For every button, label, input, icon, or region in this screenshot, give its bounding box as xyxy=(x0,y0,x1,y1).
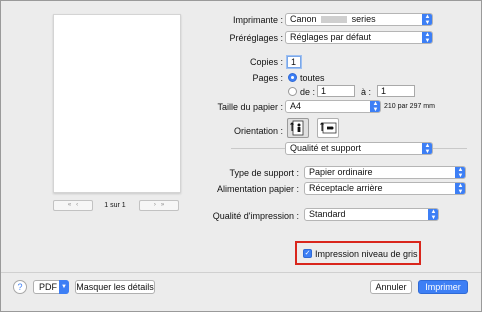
printer-popup[interactable]: Canon series ▲ ▼ xyxy=(285,13,433,26)
section-popup[interactable]: Qualité et support ▲ ▼ xyxy=(285,142,433,155)
section-value: Qualité et support xyxy=(290,143,362,153)
printer-name-suffix: series xyxy=(351,14,376,24)
pages-all-radio[interactable] xyxy=(288,73,297,82)
pages-from-label: de : xyxy=(300,87,316,97)
paper-source-label: Alimentation papier : xyxy=(216,184,299,194)
next-page-icon[interactable]: › xyxy=(154,202,156,208)
orientation-label: Orientation : xyxy=(233,126,283,136)
print-dialog: « ‹ 1 sur 1 › » Imprimante : Canon serie… xyxy=(0,0,482,312)
media-type-popup[interactable]: Papier ordinaire ▲ ▼ xyxy=(304,166,466,179)
chevron-updown-icon: ▲ ▼ xyxy=(422,14,432,25)
preview-next-last-buttons[interactable]: › » xyxy=(139,200,179,211)
grayscale-checkbox[interactable]: ✓ xyxy=(303,249,312,258)
pages-all-label: toutes xyxy=(300,73,325,83)
print-quality-label: Qualité d'impression : xyxy=(212,211,299,221)
paper-source-value: Réceptacle arrière xyxy=(309,183,383,193)
copies-label: Copies : xyxy=(249,57,283,67)
printer-name-redacted xyxy=(321,16,348,24)
pages-from-field[interactable]: 1 xyxy=(317,85,355,97)
pdf-menu-button[interactable]: PDF ▼ xyxy=(33,280,69,294)
last-page-icon[interactable]: » xyxy=(161,202,164,208)
orientation-landscape-button[interactable] xyxy=(317,118,339,138)
chevron-updown-icon: ▲ ▼ xyxy=(422,143,432,154)
cancel-button[interactable]: Annuler xyxy=(370,280,412,294)
presets-label: Préréglages : xyxy=(229,33,283,43)
preview-first-prev-buttons[interactable]: « ‹ xyxy=(53,200,93,211)
pages-to-label: à : xyxy=(361,87,372,97)
paper-size-label: Taille du papier : xyxy=(217,102,283,112)
pdf-label: PDF xyxy=(39,282,57,292)
media-type-label: Type de support : xyxy=(229,168,299,178)
grayscale-label[interactable]: Impression niveau de gris xyxy=(315,249,418,259)
paper-source-popup[interactable]: Réceptacle arrière ▲ ▼ xyxy=(304,182,466,195)
printer-name-prefix: Canon xyxy=(290,14,317,24)
presets-value: Réglages par défaut xyxy=(290,32,372,42)
hide-details-button[interactable]: Masquer les détails xyxy=(75,280,155,294)
pages-range-radio[interactable] xyxy=(288,87,297,96)
chevron-down-icon: ▼ xyxy=(59,280,69,294)
printer-label: Imprimante : xyxy=(232,15,283,25)
orientation-portrait-button[interactable] xyxy=(287,118,309,138)
help-button[interactable]: ? xyxy=(13,280,27,294)
chevron-updown-icon: ▲ ▼ xyxy=(422,32,432,43)
first-page-icon[interactable]: « xyxy=(68,202,71,208)
chevron-updown-icon: ▲ ▼ xyxy=(370,101,380,112)
chevron-updown-icon: ▲ ▼ xyxy=(455,183,465,194)
print-quality-value: Standard xyxy=(309,209,346,219)
pages-label: Pages : xyxy=(252,73,283,83)
chevron-updown-icon: ▲ ▼ xyxy=(455,167,465,178)
preview-page-indicator: 1 sur 1 xyxy=(104,202,126,209)
portrait-icon xyxy=(290,120,304,136)
print-button[interactable]: Imprimer xyxy=(418,280,468,294)
print-quality-popup[interactable]: Standard ▲ ▼ xyxy=(304,208,439,221)
paper-size-popup[interactable]: A4 ▲ ▼ xyxy=(285,100,381,113)
previous-page-icon[interactable]: ‹ xyxy=(76,202,78,208)
copies-field[interactable]: 1 xyxy=(287,56,301,68)
page-preview xyxy=(53,14,181,193)
help-icon: ? xyxy=(17,282,23,292)
checkmark-icon: ✓ xyxy=(304,250,311,257)
presets-popup[interactable]: Réglages par défaut ▲ ▼ xyxy=(285,31,433,44)
radio-dot-icon xyxy=(291,76,294,79)
landscape-icon xyxy=(320,122,337,134)
footer-divider xyxy=(1,272,481,273)
media-type-value: Papier ordinaire xyxy=(309,167,373,177)
paper-size-dimensions: 210 par 297 mm xyxy=(384,103,435,110)
chevron-updown-icon: ▲ ▼ xyxy=(428,209,438,220)
pages-to-field[interactable]: 1 xyxy=(377,85,415,97)
paper-size-value: A4 xyxy=(290,101,302,111)
